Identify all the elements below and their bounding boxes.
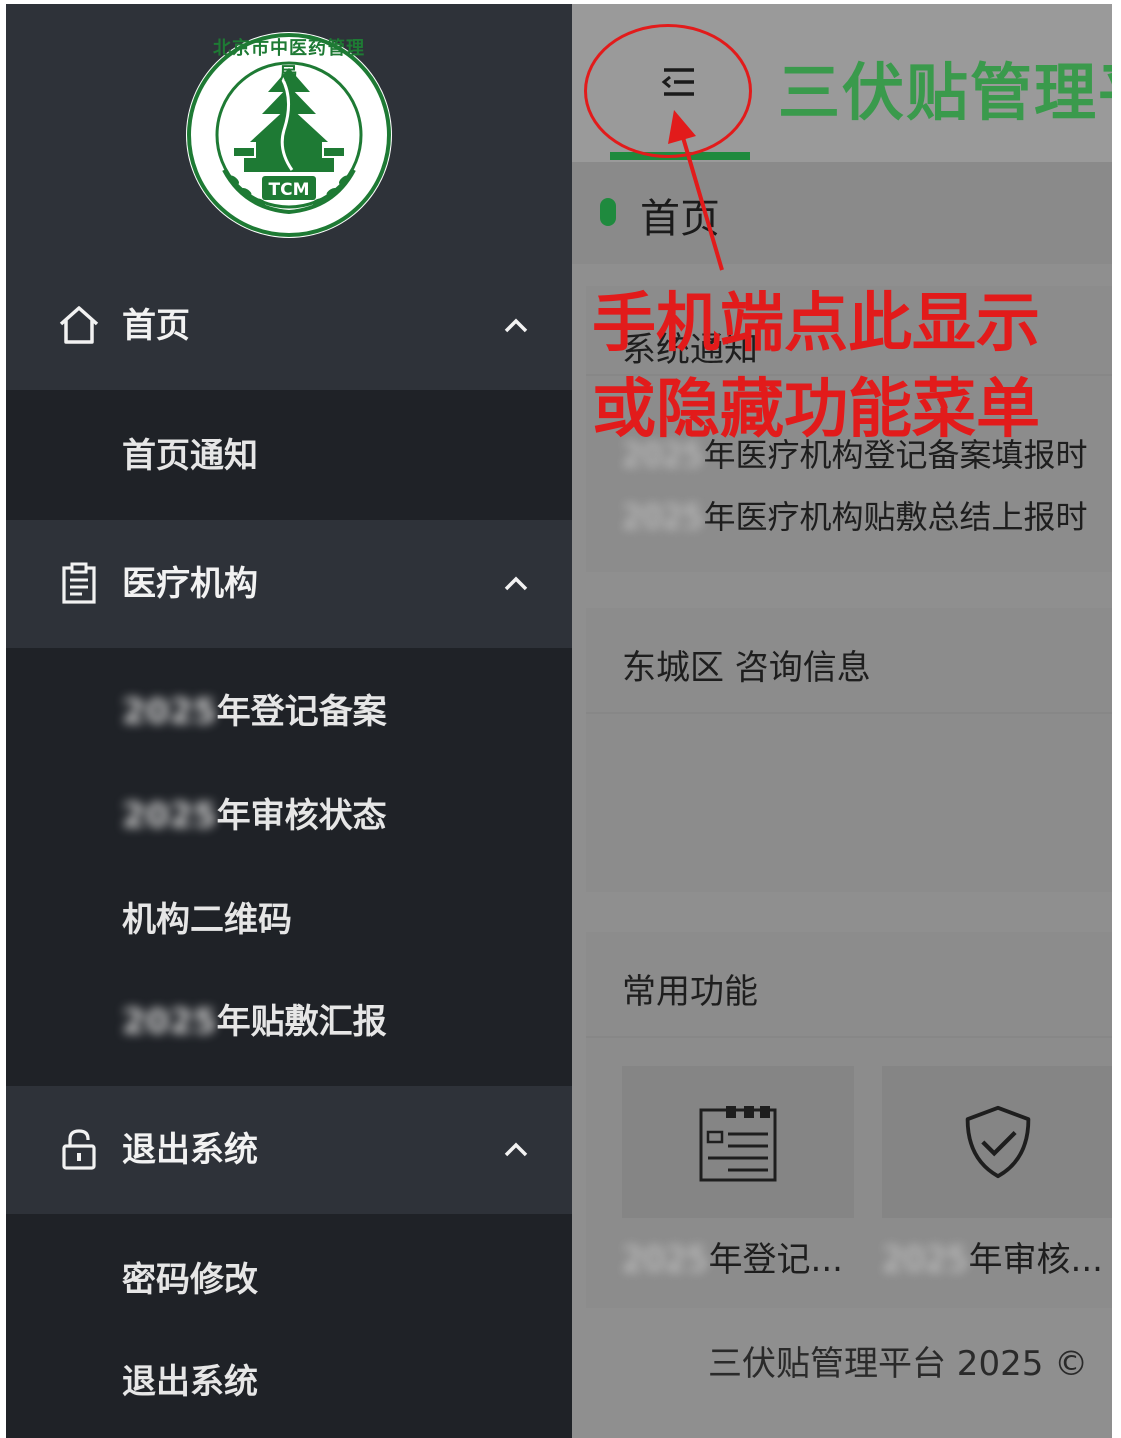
menu-group-home[interactable]: 首页 [6,262,572,390]
clipboard-icon [62,562,96,604]
blurred-year: 2025 [122,692,217,732]
sidebar-item-label: 年贴敷汇报 [216,1002,387,1042]
calendar-list-icon [699,1106,777,1182]
tags-bar: 首页 [572,162,1112,264]
sidebar-item-home-notice[interactable]: 首页通知 [122,436,258,476]
menu-group-institution[interactable]: 医疗机构 [6,520,572,648]
menu-group-label: 医疗机构 [122,564,258,604]
footer-copyright: 三伏贴管理平台 2025 © [708,1344,1089,1384]
blurred-year: 2025 [122,1002,217,1042]
blurred-year: 2025 [622,498,704,536]
function-tile-label: 2025年登记... [622,1232,843,1281]
sidebar-item-change-password[interactable]: 密码修改 [122,1260,258,1300]
chevron-up-icon [504,318,528,333]
sidebar-item-report[interactable]: 2025年贴敷汇报 [122,1002,387,1042]
chevron-up-icon [504,576,528,591]
functions-card-title: 常用功能 [622,972,758,1012]
app-title: 三伏贴管理平 [778,56,1112,129]
notice-item-text: 年医疗机构贴敷总结上报时 [703,498,1088,536]
logo-arc-text: 北京市中医药管理局 [213,38,365,85]
blurred-year: 2025 [622,1240,709,1280]
chevron-up-icon [504,1142,528,1157]
sidebar-item-qrcode[interactable]: 机构二维码 [122,900,292,940]
menu-group-exit[interactable]: 退出系统 [6,1086,572,1214]
blurred-year: 2025 [882,1240,969,1280]
home-icon [59,306,99,344]
logo-badge-text: TCM [268,180,310,200]
consult-card-title: 东城区 咨询信息 [622,648,871,688]
annotation-text-line2: 或隐藏功能菜单 [592,373,1040,447]
active-tag-dot [600,198,616,226]
function-tile-label-text: 年登记... [708,1240,843,1280]
function-tile-label: 2025年审核... [882,1232,1103,1281]
sidebar: 北京市中医药管理局 TCM 首页 首页通知 医疗机构 2025年登记备案 202… [6,4,572,1438]
sidebar-item-logout[interactable]: 退出系统 [122,1362,258,1402]
blurred-year: 2025 [122,796,217,836]
sidebar-item-label: 年审核状态 [216,796,387,836]
menu-group-label: 退出系统 [122,1130,258,1170]
function-tile-review[interactable] [882,1066,1112,1218]
logo-area: 北京市中医药管理局 TCM [6,4,572,262]
shield-check-icon [965,1105,1031,1179]
main-content: 三伏贴管理平 首页 系统通知 2025年医疗机构登记备案填报时 2025年医疗机… [572,4,1112,1438]
menu-group-label: 首页 [122,306,190,346]
tab-home[interactable]: 首页 [640,186,720,244]
annotation-text-line1: 手机端点此显示 [592,287,1040,361]
sidebar-item-review-status[interactable]: 2025年审核状态 [122,796,387,836]
function-tile-label-text: 年审核... [968,1240,1103,1280]
lock-icon [62,1129,96,1170]
sidebar-item-registration[interactable]: 2025年登记备案 [122,692,387,732]
sidebar-item-label: 年登记备案 [216,692,387,732]
app-window: 北京市中医药管理局 TCM 首页 首页通知 医疗机构 2025年登记备案 202… [6,4,1112,1438]
function-tile-registration[interactable] [622,1066,854,1218]
annotation-ellipse [584,24,752,158]
notice-item[interactable]: 2025年医疗机构贴敷总结上报时 [622,492,1087,538]
